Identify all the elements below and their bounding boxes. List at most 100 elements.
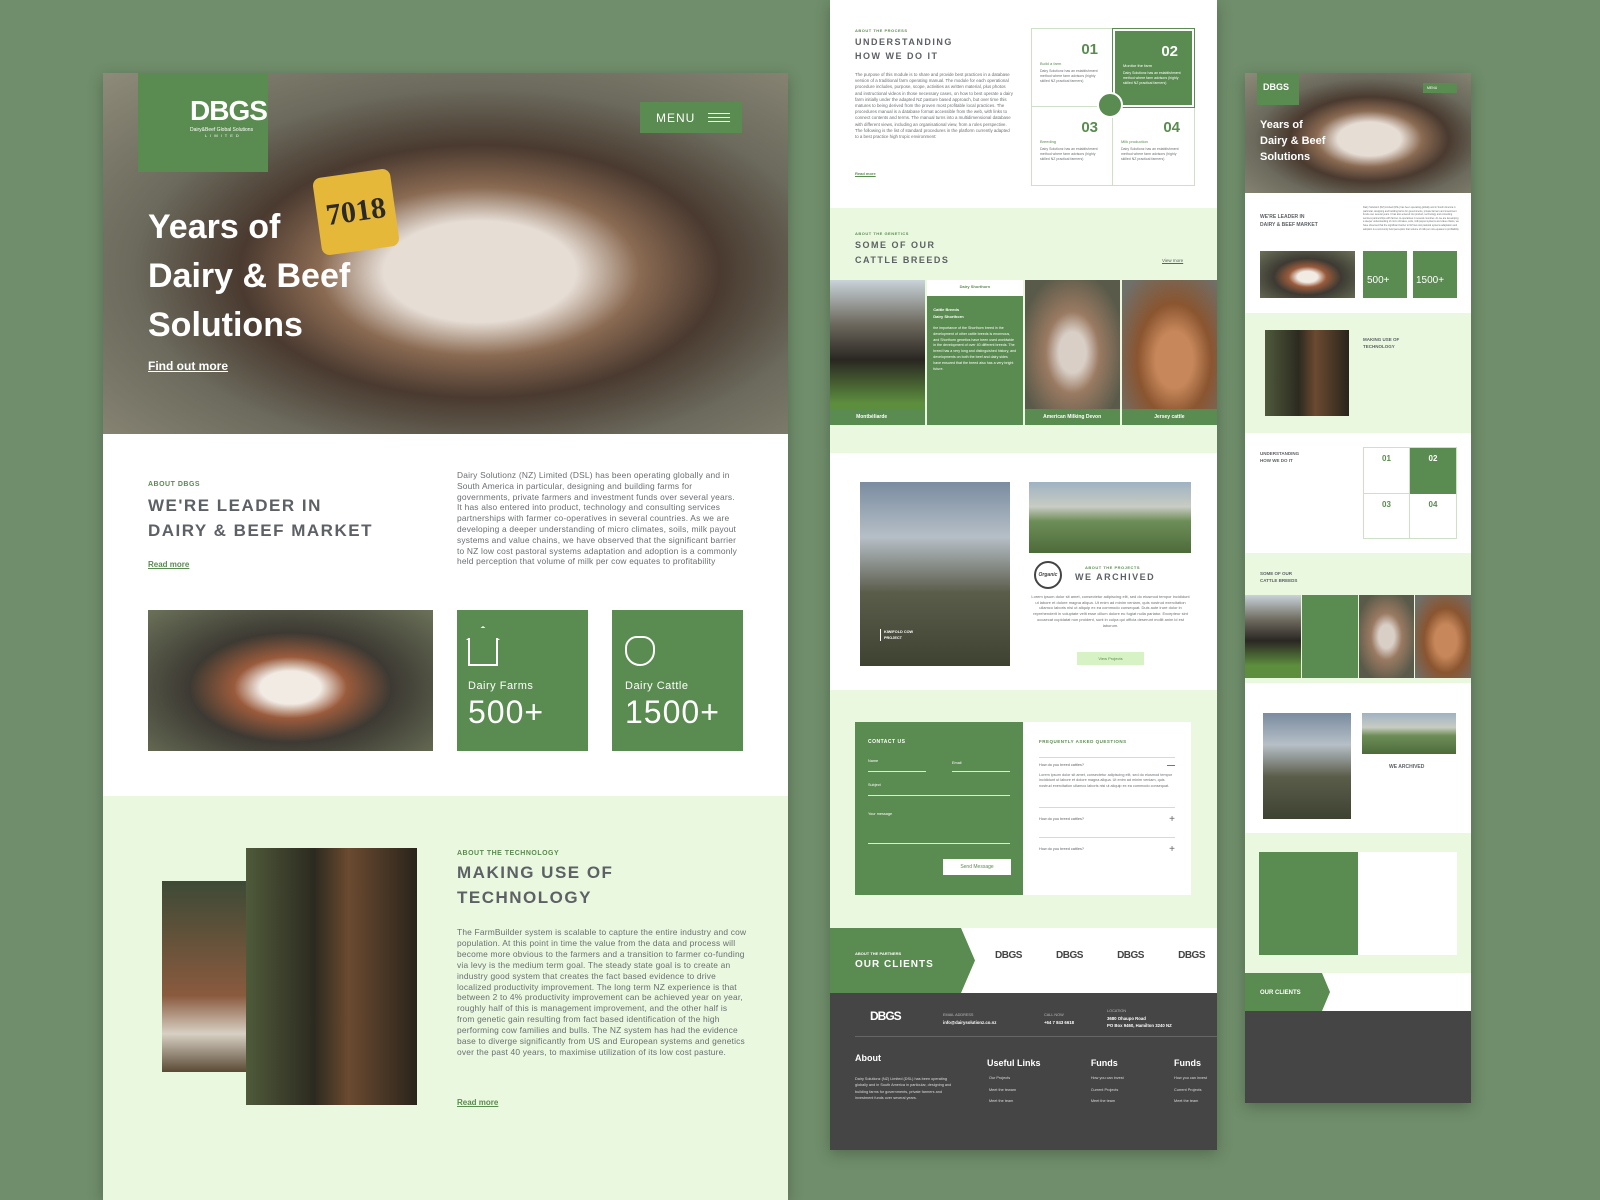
footer-phone[interactable]: +64 7 843 6618 xyxy=(1044,1020,1074,1025)
breed-card[interactable]: Jersey cattle xyxy=(1121,280,1217,425)
breed-card[interactable]: Montbéliarde xyxy=(830,280,926,425)
thumb-footer xyxy=(1245,1011,1471,1103)
stat-label: Dairy Farms xyxy=(468,680,534,692)
tech-read-more[interactable]: Read more xyxy=(457,1098,498,1107)
step-02: 02 Monitor the farm Dairy Solutionz has … xyxy=(1112,28,1195,108)
step-title: Breeding xyxy=(1040,139,1057,144)
breed-name: American Milking Devon xyxy=(1024,409,1120,425)
caption-line: PROJECT xyxy=(884,636,902,640)
step-title: Build a farm xyxy=(1040,61,1062,66)
hero-title-line: Years of xyxy=(1260,119,1303,131)
footer-link[interactable]: Our Projects xyxy=(989,1073,1041,1085)
heading-line: CATTLE BREEDS xyxy=(855,255,950,265)
thumb-about-body: Dairy Solutionz (NZ) Limited (DSL) has b… xyxy=(1363,206,1459,231)
about-heading: WE'RE LEADER IN DAIRY & BEEF MARKET xyxy=(148,493,373,543)
heading-line: HOW WE DO IT xyxy=(855,51,939,61)
hero-title-line: Solutions xyxy=(148,306,303,344)
tech-photo-small xyxy=(162,881,246,1072)
about-read-more[interactable]: Read more xyxy=(148,560,189,569)
heading-line: DAIRY & BEEF MARKET xyxy=(1260,222,1318,228)
find-out-more-link[interactable]: Find out more xyxy=(148,359,228,373)
hero-title-line: Dairy & Beef xyxy=(148,257,351,295)
footer-link[interactable]: Meet the tewam xyxy=(989,1085,1041,1097)
footer-email[interactable]: info@dairysolutionz.co.nz xyxy=(943,1020,996,1025)
step-text: Dairy Solutionz has an establishment met… xyxy=(1040,147,1098,161)
process-heading: UNDERSTANDING HOW WE DO IT xyxy=(855,35,953,63)
send-message-button[interactable]: Send Message xyxy=(943,859,1011,875)
footer-link[interactable]: Current Projects xyxy=(1091,1085,1124,1097)
faq-item[interactable]: How do you breed cattles? + xyxy=(1039,837,1175,855)
about-cow-photo xyxy=(148,610,433,751)
message-field[interactable]: Your message xyxy=(868,812,1010,844)
process-body: The purpose of this module is to share a… xyxy=(855,72,1013,140)
footer-column-title: Funds xyxy=(1174,1058,1202,1068)
organic-badge: Organic xyxy=(1034,561,1062,589)
subject-field[interactable]: Subject xyxy=(868,783,1010,796)
heading-line: MAKING USE OF xyxy=(1363,337,1400,342)
thumb-faq xyxy=(1358,852,1457,955)
email-label: EMAIL ADDRESS xyxy=(943,1013,974,1017)
faq-item[interactable]: How do you breed cattles? xyxy=(1039,757,1175,767)
thumb-tech-heading: MAKING USE OF TECHNOLOGY xyxy=(1363,336,1399,350)
footer-column: Useful Links Our Projects Meet the tewam Me… xyxy=(987,1058,1041,1108)
footer-link[interactable]: Meet the team xyxy=(989,1096,1041,1108)
logo[interactable]: DBGS Dairy&Beef Global Solutions LIMITED xyxy=(138,73,268,172)
view-more-link[interactable]: View more xyxy=(1162,258,1183,263)
view-projects-button[interactable]: View Projects xyxy=(1077,652,1144,665)
step-number: 02 xyxy=(1410,448,1456,494)
email-field[interactable]: Email xyxy=(952,761,1010,772)
heading-line: MAKING USE OF xyxy=(457,863,614,882)
clients-title: OUR CLIENTS xyxy=(855,959,934,970)
footer-link[interactable]: How you can invest xyxy=(1174,1073,1207,1085)
thumb-project-photo xyxy=(1362,713,1456,754)
heading-line: UNDERSTANDING xyxy=(1260,451,1300,456)
menu-button[interactable]: MENU xyxy=(640,102,742,133)
heading-line: HOW WE DO IT xyxy=(1260,458,1293,463)
thumb-stat: 1500+ xyxy=(1413,251,1457,298)
step-text: Dairy Solutionz has an establishment met… xyxy=(1040,69,1098,83)
process-label: ABOUT THE PROCESS xyxy=(855,28,908,33)
logo-text: DBGS xyxy=(190,95,268,126)
breeds-row: Montbéliarde Dairy Shorthorn Cattle Bree… xyxy=(830,280,1217,425)
hero-title-line: Solutions xyxy=(1260,151,1311,163)
desktop-inner-preview: ABOUT THE PROCESS UNDERSTANDING HOW WE D… xyxy=(830,0,1217,1150)
step-number: 01 xyxy=(1081,41,1098,58)
name-field[interactable]: Name xyxy=(868,759,926,772)
address-line: 3680 Ohaupo Road xyxy=(1107,1016,1146,1021)
footer-link[interactable]: How you can invest xyxy=(1091,1073,1124,1085)
breed-name: Jersey cattle xyxy=(1121,409,1217,425)
thumb-about-heading: WE'RE LEADER IN DAIRY & BEEF MARKET xyxy=(1260,213,1318,229)
thumb-breeds-row xyxy=(1245,595,1471,678)
footer-link[interactable]: Meet the team xyxy=(1091,1096,1124,1108)
address-line: PO Box 9460, Hamilton 3240 NZ xyxy=(1107,1023,1172,1028)
projects-heading: WE ARCHIVED xyxy=(1075,572,1156,582)
faq-title: FREQUENTLY ASKED QUESTIONS xyxy=(1039,739,1127,744)
tech-body: The FarmBuilder system is scalable to ca… xyxy=(457,927,747,1057)
step-number: 02 xyxy=(1161,43,1178,60)
breed-card[interactable]: American Milking Devon xyxy=(1024,280,1120,425)
thumb-breed xyxy=(1415,595,1471,678)
hero-title-line: Years of xyxy=(148,208,281,246)
thumb-contact-form xyxy=(1259,852,1358,955)
thumb-breed xyxy=(1245,595,1301,678)
clients-label: ABOUT THE PARTNERS xyxy=(855,951,902,956)
thumb-process-grid: 01 02 03 04 xyxy=(1363,447,1457,539)
faq-answer: Lorem ipsum dolor sit amet, consectetur … xyxy=(1039,773,1173,788)
thumb-menu[interactable]: MENU xyxy=(1423,83,1457,93)
faq-item[interactable]: How do you breed cattles? + xyxy=(1039,807,1175,837)
footer-column-title: Funds xyxy=(1090,1058,1118,1068)
hero-title-line: Dairy & Beef xyxy=(1260,135,1326,147)
process-read-more[interactable]: Read more xyxy=(855,171,876,176)
thumb-stat: 500+ xyxy=(1363,251,1407,298)
faq-question: How do you breed cattles? xyxy=(1039,763,1084,767)
about-label: ABOUT DBGS xyxy=(148,481,201,488)
footer-link[interactable]: Current Projects xyxy=(1174,1085,1207,1097)
logo-sub: LIMITED xyxy=(205,133,242,138)
breed-card-featured[interactable]: Dairy Shorthorn Cattle Breeds Dairy Shor… xyxy=(927,280,1023,425)
plus-icon[interactable]: + xyxy=(1169,815,1175,837)
footer-link[interactable]: Meet the team xyxy=(1174,1096,1207,1108)
minus-icon[interactable] xyxy=(1167,765,1175,767)
plus-icon[interactable]: + xyxy=(1169,845,1175,855)
stat-value: 500+ xyxy=(468,694,545,730)
stat-label: Dairy Cattle xyxy=(625,680,689,692)
